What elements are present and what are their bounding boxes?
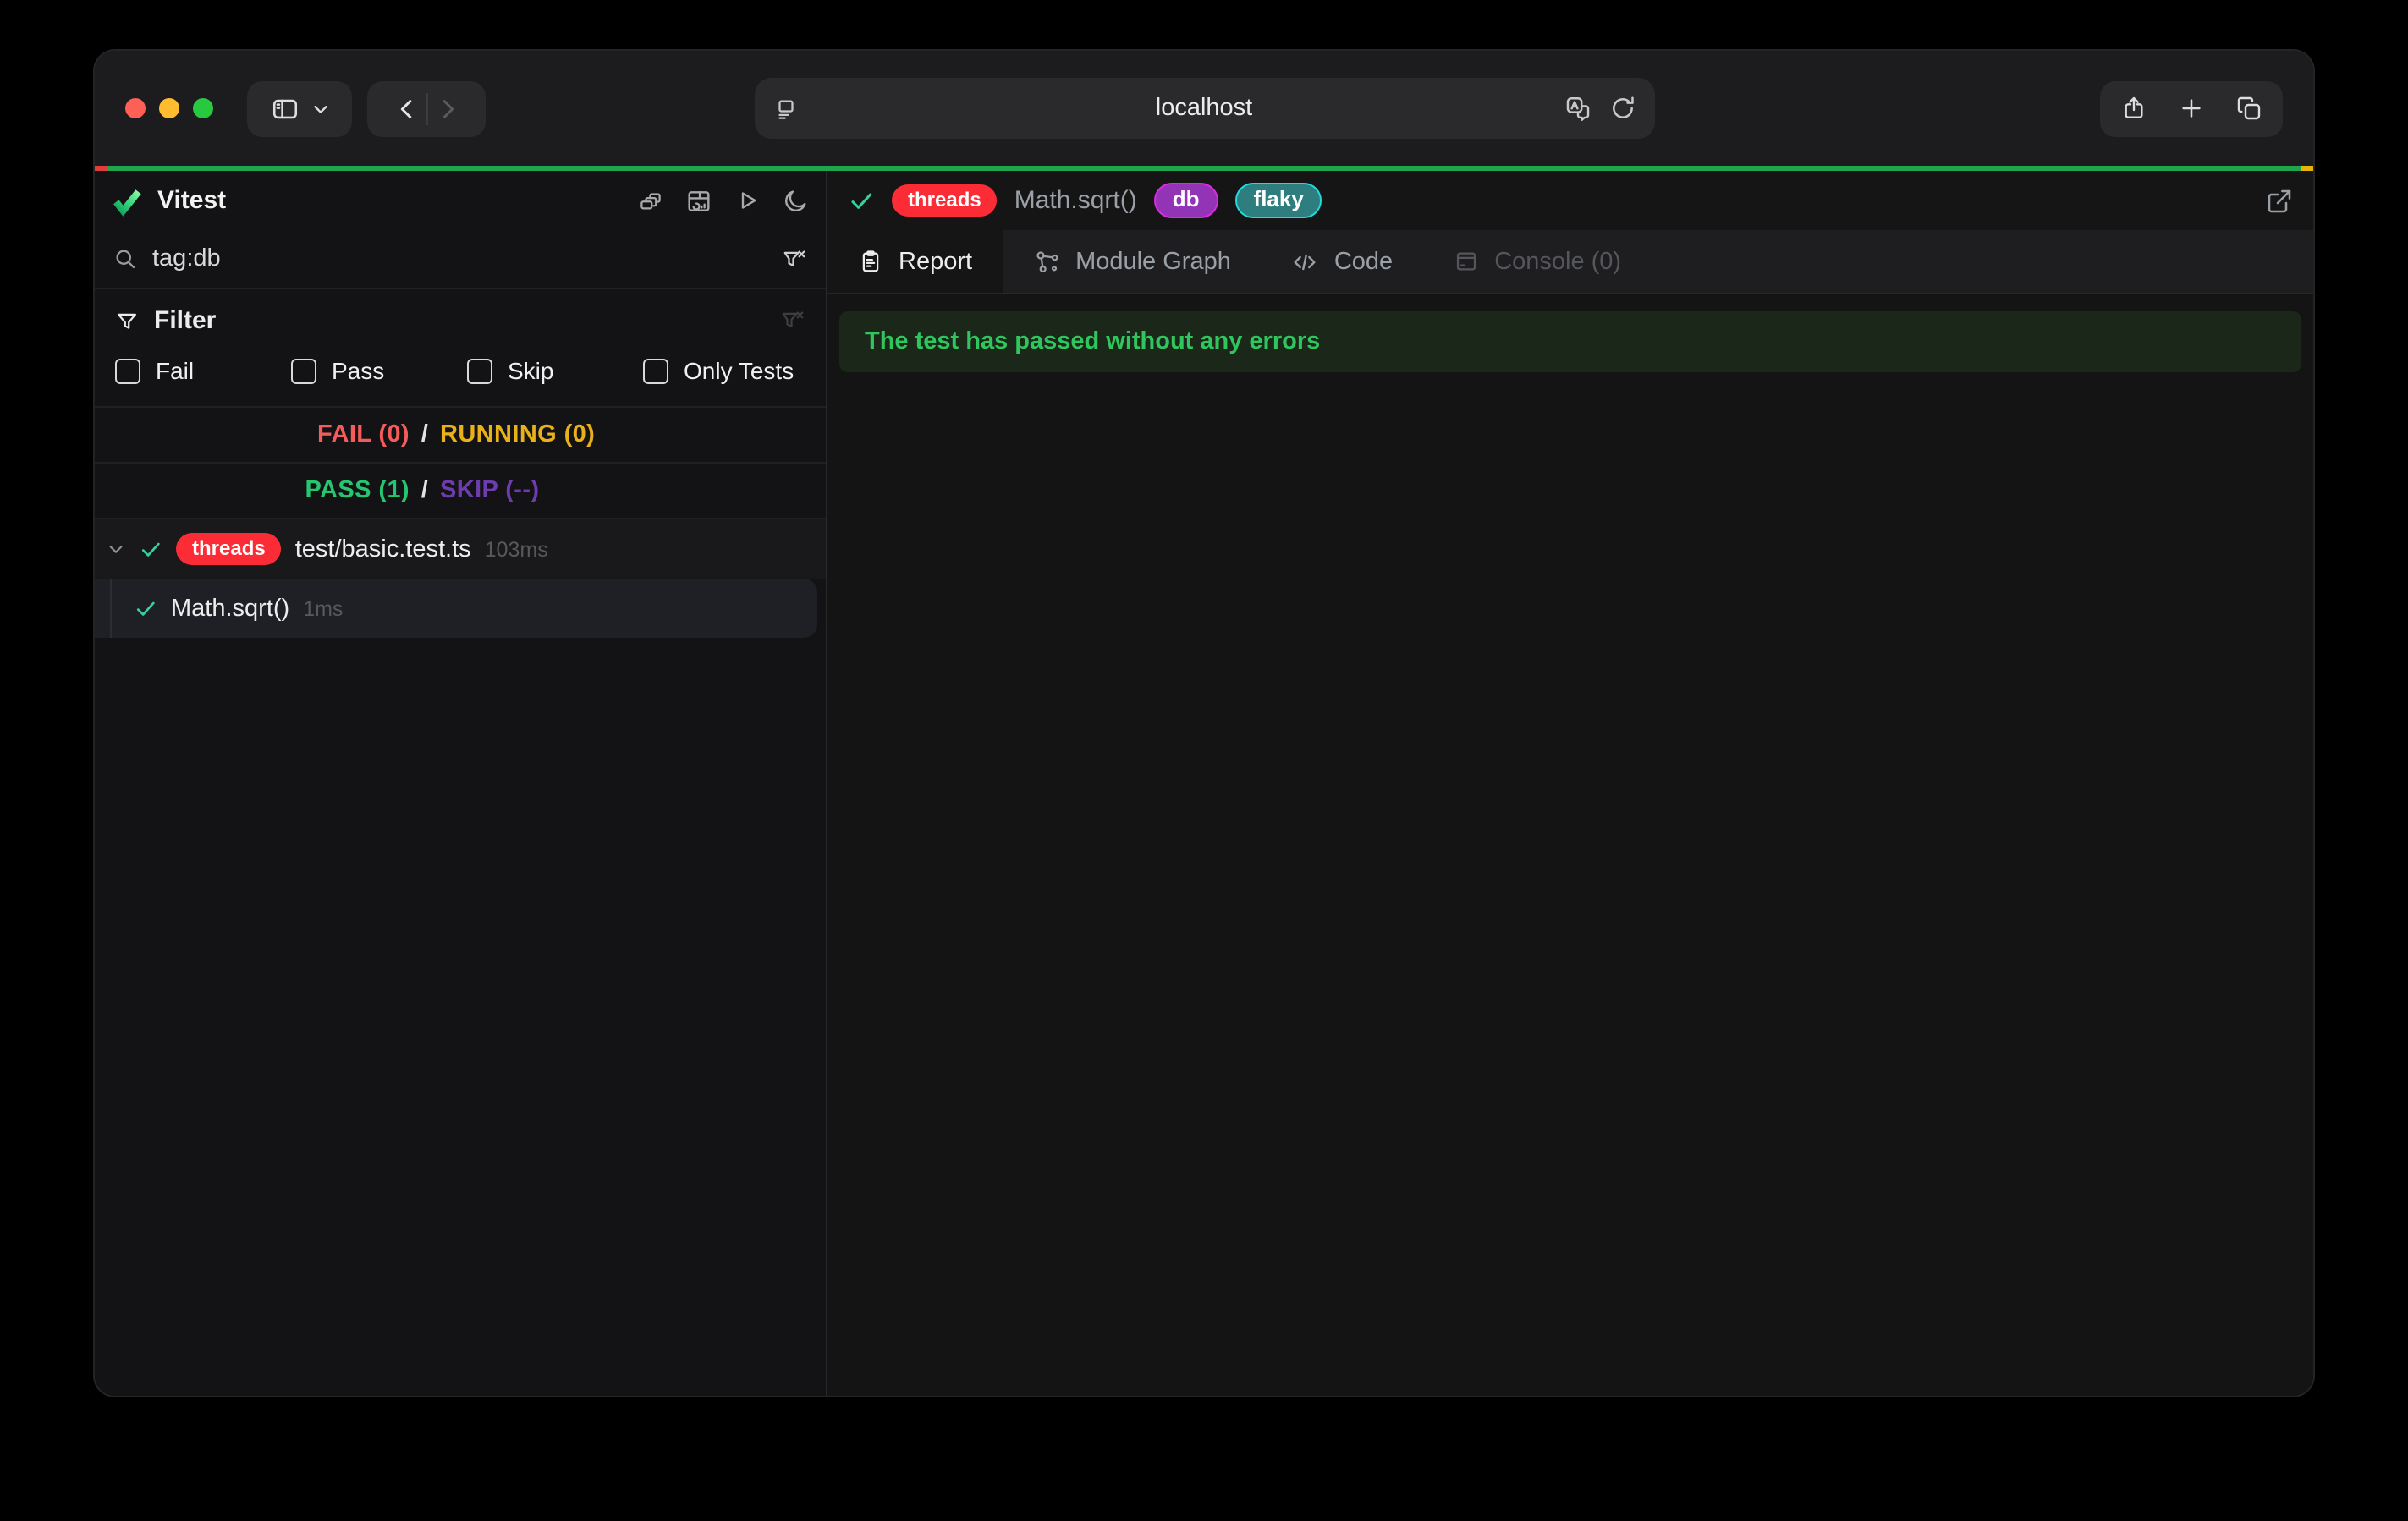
test-detail-panel: threads Math.sqrt() db flaky — [827, 171, 2313, 1396]
toolbar-right-group — [2100, 80, 2283, 136]
pass-check-icon — [848, 187, 875, 214]
console-icon — [1454, 249, 1479, 274]
filter-options: Fail Pass Skip Only Tests — [115, 357, 805, 384]
test-explorer-panel: Vitest — [95, 171, 827, 1396]
sidebar-toggle-group[interactable] — [247, 80, 352, 136]
skip-count: SKIP (--) — [440, 477, 755, 504]
pool-badge: threads — [176, 533, 282, 565]
clear-search-icon[interactable] — [782, 246, 807, 272]
only-tests-checkbox[interactable] — [643, 358, 668, 383]
tab-code[interactable]: Code — [1262, 230, 1423, 293]
module-graph-icon — [1033, 248, 1060, 275]
filter-header: Filter — [115, 306, 805, 335]
traffic-lights — [125, 98, 213, 118]
search-icon — [113, 247, 137, 271]
search-input[interactable] — [152, 245, 767, 272]
minimize-button[interactable] — [159, 98, 179, 118]
chevron-down-icon[interactable] — [311, 99, 329, 118]
filter-checkbox-only-tests[interactable]: Only Tests — [643, 357, 805, 384]
cascade-windows-icon[interactable] — [638, 188, 663, 213]
fail-label: Fail — [156, 357, 194, 384]
search-bar — [95, 230, 826, 289]
tab-code-label: Code — [1334, 248, 1393, 275]
translate-icon[interactable] — [1563, 94, 1592, 123]
pass-banner-text: The test has passed without any errors — [865, 328, 1320, 355]
nav-divider — [426, 92, 427, 124]
test-duration: 1ms — [303, 596, 343, 620]
vitest-logo-icon — [112, 185, 142, 216]
zoom-button[interactable] — [193, 98, 213, 118]
status-separator: / — [410, 477, 440, 504]
report-content: The test has passed without any errors — [827, 294, 2313, 1396]
tag-badge-flaky: flaky — [1235, 182, 1322, 219]
pass-count: PASS (1) — [95, 477, 410, 504]
dashboard-icon[interactable] — [685, 187, 712, 214]
vitest-ui: Vitest — [95, 171, 2313, 1396]
filter-funnel-icon — [115, 309, 139, 332]
skip-checkbox[interactable] — [467, 358, 492, 383]
detail-test-name: Math.sqrt() — [1014, 186, 1137, 215]
test-name: Math.sqrt() — [171, 595, 289, 622]
reload-icon[interactable] — [1608, 95, 1636, 122]
url-text[interactable]: localhost — [754, 95, 1654, 122]
test-case-row-selected[interactable]: Math.sqrt() 1ms — [95, 579, 817, 638]
back-button[interactable] — [393, 96, 419, 121]
address-bar[interactable]: localhost — [754, 78, 1654, 139]
browser-window: localhost — [95, 51, 2313, 1396]
fail-count: FAIL (0) — [95, 421, 410, 448]
only-tests-label: Only Tests — [684, 357, 794, 384]
pass-banner: The test has passed without any errors — [839, 311, 2301, 372]
tab-report[interactable]: Report — [827, 230, 1003, 293]
detail-header: threads Math.sqrt() db flaky — [827, 171, 2313, 230]
explorer-header: Vitest — [95, 171, 826, 230]
tab-report-label: Report — [899, 248, 972, 275]
test-file-row[interactable]: threads test/basic.test.ts 103ms — [95, 519, 826, 579]
report-icon — [858, 249, 883, 274]
forward-button[interactable] — [434, 96, 459, 121]
status-row-2: PASS (1) / SKIP (--) — [95, 464, 826, 519]
pass-check-icon — [134, 596, 157, 620]
status-row-1: FAIL (0) / RUNNING (0) — [95, 408, 826, 464]
file-name: test/basic.test.ts — [295, 535, 471, 563]
skip-label: Skip — [508, 357, 553, 384]
close-button[interactable] — [125, 98, 146, 118]
tag-badge-db: db — [1154, 182, 1218, 219]
new-tab-icon[interactable] — [2178, 95, 2205, 122]
tab-console-label: Console (0) — [1494, 248, 1621, 275]
sidebar-toggle-icon[interactable] — [270, 94, 299, 123]
filter-checkbox-skip[interactable]: Skip — [467, 357, 643, 384]
explorer-actions — [638, 187, 809, 214]
run-all-icon[interactable] — [734, 188, 760, 213]
clear-filter-icon-disabled[interactable] — [780, 308, 805, 333]
dark-mode-icon[interactable] — [782, 187, 809, 214]
filter-section: Filter Fail — [95, 289, 826, 406]
browser-toolbar: localhost — [95, 51, 2313, 166]
fail-checkbox[interactable] — [115, 358, 140, 383]
nav-buttons — [367, 80, 486, 136]
tab-console[interactable]: Console (0) — [1423, 230, 1652, 293]
pass-check-icon — [139, 537, 162, 561]
filter-checkbox-fail[interactable]: Fail — [115, 357, 291, 384]
file-duration: 103ms — [485, 537, 548, 561]
status-separator: / — [410, 421, 440, 448]
filter-label: Filter — [154, 306, 216, 335]
page-settings-icon[interactable] — [772, 78, 798, 139]
tab-overview-icon[interactable] — [2235, 95, 2262, 122]
pass-checkbox[interactable] — [291, 358, 316, 383]
pass-label: Pass — [332, 357, 384, 384]
tab-module-graph-label: Module Graph — [1075, 248, 1231, 275]
running-count: RUNNING (0) — [440, 421, 755, 448]
app-title: Vitest — [157, 186, 226, 215]
expand-chevron-icon[interactable] — [107, 540, 125, 558]
detail-tabs: Report Module Graph — [827, 230, 2313, 294]
indent-guide — [110, 579, 112, 638]
code-icon — [1292, 248, 1319, 275]
desktop: localhost — [0, 0, 2408, 1521]
pool-badge: threads — [892, 184, 998, 217]
filter-checkbox-pass[interactable]: Pass — [291, 357, 467, 384]
tab-module-graph[interactable]: Module Graph — [1003, 230, 1262, 293]
status-summary: FAIL (0) / RUNNING (0) PASS (1) / SKIP (… — [95, 406, 826, 519]
external-link-icon[interactable] — [2266, 187, 2293, 214]
share-icon[interactable] — [2120, 95, 2147, 122]
